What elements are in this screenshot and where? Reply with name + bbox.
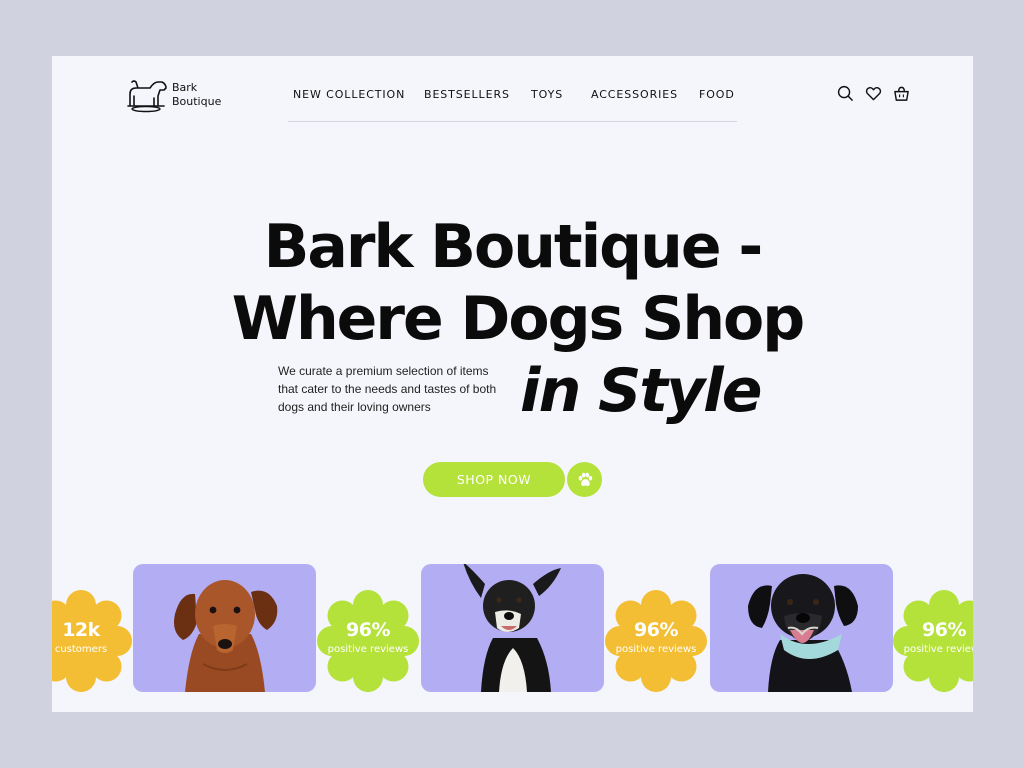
product-card-dachshund[interactable] bbox=[133, 564, 316, 692]
search-icon[interactable] bbox=[836, 84, 854, 102]
terrier-mix-photo bbox=[463, 564, 561, 692]
brand-name-line2: Boutique bbox=[172, 95, 222, 108]
nav-item-bestsellers[interactable]: BESTSELLERS bbox=[424, 88, 510, 101]
dachshund-photo bbox=[174, 580, 278, 692]
shopping-bag-icon[interactable] bbox=[892, 84, 910, 102]
heart-icon[interactable] bbox=[864, 84, 882, 102]
flower-shape-icon bbox=[317, 590, 419, 692]
product-card-labrador[interactable] bbox=[710, 564, 893, 692]
flower-shape-icon bbox=[52, 590, 132, 692]
shop-now-button[interactable]: SHOP NOW bbox=[423, 462, 565, 497]
stat-badge-reviews: 96% positive reviews bbox=[604, 589, 708, 693]
nav-item-accessories[interactable]: ACCESSORIES bbox=[591, 88, 678, 101]
stat-label: positive reviews bbox=[615, 644, 697, 655]
stat-label: positive reviews bbox=[903, 644, 973, 655]
dog-logo-icon bbox=[127, 80, 167, 113]
product-card-terrier[interactable] bbox=[421, 564, 604, 692]
stat-value: 96% bbox=[634, 619, 678, 641]
stat-value: 96% bbox=[346, 619, 390, 641]
stat-badge-reviews: 96% positive reviews bbox=[892, 589, 973, 693]
stat-badge-reviews: 96% positive reviews bbox=[316, 589, 420, 693]
hero-title-line1: Bark Boutique - bbox=[263, 212, 764, 282]
landing-page: Bark Boutique NEW COLLECTION BESTSELLERS… bbox=[52, 56, 973, 712]
stat-badge-customers: 12k customers bbox=[52, 589, 133, 693]
main-nav: NEW COLLECTION BESTSELLERS TOYS ACCESSOR… bbox=[288, 82, 737, 122]
nav-item-new-collection[interactable]: NEW COLLECTION bbox=[293, 88, 405, 101]
brand-logo[interactable]: Bark Boutique bbox=[124, 76, 221, 114]
hero-description: We curate a premium selection of items t… bbox=[278, 364, 497, 414]
nav-item-toys[interactable]: TOYS bbox=[531, 88, 563, 101]
nav-item-food[interactable]: FOOD bbox=[699, 88, 735, 101]
flower-shape-icon bbox=[605, 590, 707, 692]
stat-value: 12k bbox=[62, 619, 100, 641]
paw-icon[interactable] bbox=[567, 462, 602, 497]
stat-label: customers bbox=[54, 644, 108, 655]
flower-shape-icon bbox=[893, 590, 973, 692]
stat-value: 96% bbox=[922, 619, 966, 641]
hero-title-line2: Where Dogs Shop bbox=[231, 284, 805, 354]
black-labrador-photo bbox=[748, 574, 858, 692]
hero-title-line3: in Style bbox=[520, 356, 762, 426]
brand-name-line1: Bark bbox=[172, 81, 198, 94]
stat-label: positive reviews bbox=[327, 644, 409, 655]
brand-name: Bark Boutique bbox=[172, 81, 221, 109]
